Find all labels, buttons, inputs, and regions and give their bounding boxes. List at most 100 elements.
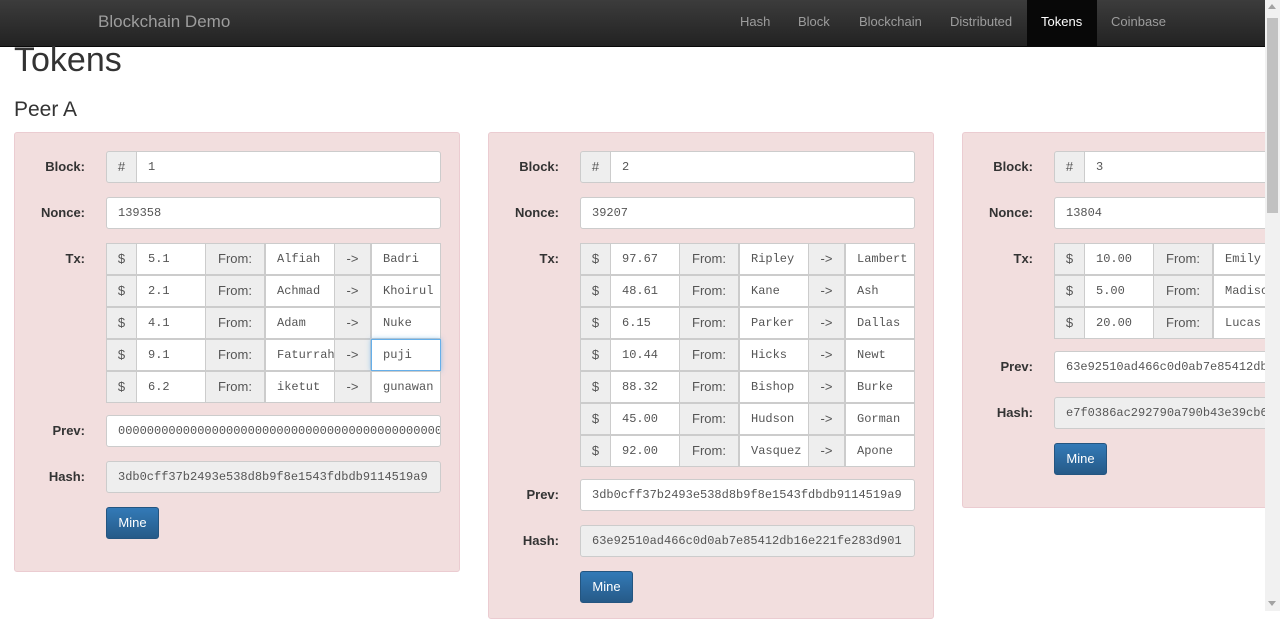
- from-input[interactable]: iketut: [265, 371, 335, 403]
- to-input-focused[interactable]: puji: [371, 339, 441, 371]
- mine-button[interactable]: Mine: [580, 571, 633, 603]
- from-input[interactable]: Ripley: [739, 243, 809, 275]
- block-number-input[interactable]: 2: [610, 151, 915, 183]
- from-input[interactable]: Kane: [739, 275, 809, 307]
- scrollbar-thumb[interactable]: [1267, 18, 1278, 213]
- to-input[interactable]: Lambert: [845, 243, 915, 275]
- page-title: Tokens: [14, 41, 122, 79]
- from-input[interactable]: Bishop: [739, 371, 809, 403]
- from-input[interactable]: Hudson: [739, 403, 809, 435]
- nav-block[interactable]: Block: [798, 14, 830, 29]
- to-input[interactable]: Apone: [845, 435, 915, 467]
- from-addon: From:: [679, 243, 739, 275]
- block-label: Block:: [993, 159, 1033, 174]
- amount-input[interactable]: 88.32: [610, 371, 680, 403]
- from-input[interactable]: Alfiah: [265, 243, 335, 275]
- to-input[interactable]: Newt: [845, 339, 915, 371]
- block-card: Block: # 3 Nonce: 13804 Tx: $ 10.00 From…: [962, 132, 1266, 508]
- prev-label: Prev:: [526, 487, 559, 502]
- prev-input[interactable]: 63e92510ad466c0d0ab7e85412db16e221fe283d…: [1054, 351, 1266, 383]
- from-input[interactable]: Hicks: [739, 339, 809, 371]
- amount-input[interactable]: 97.67: [610, 243, 680, 275]
- dollar-addon: $: [580, 307, 611, 339]
- arrow-addon: ->: [334, 275, 371, 307]
- from-addon: From:: [679, 435, 739, 467]
- dollar-addon: $: [106, 243, 137, 275]
- from-addon: From:: [679, 403, 739, 435]
- arrow-addon: ->: [334, 307, 371, 339]
- prev-input[interactable]: 0000000000000000000000000000000000000000…: [106, 415, 441, 447]
- dollar-addon: $: [580, 243, 611, 275]
- block-number-input[interactable]: 1: [136, 151, 441, 183]
- arrow-addon: ->: [808, 435, 845, 467]
- amount-input[interactable]: 20.00: [1084, 307, 1154, 339]
- nonce-input[interactable]: 13804: [1054, 197, 1266, 229]
- from-input[interactable]: Achmad: [265, 275, 335, 307]
- dollar-addon: $: [1054, 307, 1085, 339]
- from-addon: From:: [1153, 307, 1213, 339]
- from-input[interactable]: Lucas: [1213, 307, 1266, 339]
- block-number-input[interactable]: 3: [1084, 151, 1266, 183]
- nav-blockchain[interactable]: Blockchain: [859, 14, 922, 29]
- amount-input[interactable]: 10.00: [1084, 243, 1154, 275]
- amount-input[interactable]: 4.1: [136, 307, 206, 339]
- hash-input: e7f0386ac292790a790b43e39cb6: [1054, 397, 1266, 429]
- from-addon: From:: [205, 339, 265, 371]
- from-input[interactable]: Vasquez: [739, 435, 809, 467]
- prev-input[interactable]: 3db0cff37b2493e538d8b9f8e1543fdbdb911451…: [580, 479, 915, 511]
- amount-input[interactable]: 9.1: [136, 339, 206, 371]
- dollar-addon: $: [106, 307, 137, 339]
- nonce-label: Nonce:: [40, 205, 85, 220]
- to-input[interactable]: Khoirul: [371, 275, 441, 307]
- nonce-input[interactable]: 39207: [580, 197, 915, 229]
- from-addon: From:: [679, 307, 739, 339]
- dollar-addon: $: [580, 339, 611, 371]
- mine-button[interactable]: Mine: [106, 507, 159, 539]
- hash-label: Hash:: [48, 469, 85, 484]
- block-number-addon: #: [1054, 151, 1085, 183]
- vertical-scrollbar[interactable]: [1265, 0, 1280, 611]
- from-input[interactable]: Adam: [265, 307, 335, 339]
- dollar-addon: $: [106, 339, 137, 371]
- amount-input[interactable]: 48.61: [610, 275, 680, 307]
- amount-input[interactable]: 92.00: [610, 435, 680, 467]
- from-input[interactable]: Parker: [739, 307, 809, 339]
- brand-link[interactable]: Blockchain Demo: [98, 12, 230, 32]
- to-input[interactable]: Burke: [845, 371, 915, 403]
- dollar-addon: $: [1054, 243, 1085, 275]
- hash-input: 3db0cff37b2493e538d8b9f8e1543fdbdb911451…: [106, 461, 441, 493]
- amount-input[interactable]: 45.00: [610, 403, 680, 435]
- hash-input: 63e92510ad466c0d0ab7e85412db16e221fe283d…: [580, 525, 915, 557]
- amount-input[interactable]: 5.00: [1084, 275, 1154, 307]
- from-addon: From:: [205, 275, 265, 307]
- from-addon: From:: [679, 339, 739, 371]
- nav-tokens[interactable]: Tokens: [1027, 0, 1097, 46]
- nav-coinbase[interactable]: Coinbase: [1111, 14, 1166, 29]
- to-input[interactable]: Badri: [371, 243, 441, 275]
- arrow-addon: ->: [808, 243, 845, 275]
- to-input[interactable]: Ash: [845, 275, 915, 307]
- from-addon: From:: [205, 307, 265, 339]
- amount-input[interactable]: 5.1: [136, 243, 206, 275]
- to-input[interactable]: gunawan: [371, 371, 441, 403]
- block-number-addon: #: [580, 151, 611, 183]
- scroll-up-arrow-icon[interactable]: [1268, 4, 1276, 9]
- amount-input[interactable]: 6.15: [610, 307, 680, 339]
- amount-input[interactable]: 6.2: [136, 371, 206, 403]
- from-input[interactable]: Faturrahman: [265, 339, 335, 371]
- amount-input[interactable]: 2.1: [136, 275, 206, 307]
- mine-button[interactable]: Mine: [1054, 443, 1107, 475]
- from-input[interactable]: Madison: [1213, 275, 1266, 307]
- arrow-addon: ->: [808, 339, 845, 371]
- to-input[interactable]: Dallas: [845, 307, 915, 339]
- scroll-down-arrow-icon[interactable]: [1268, 601, 1276, 606]
- to-input[interactable]: Gorman: [845, 403, 915, 435]
- to-input[interactable]: Nuke: [371, 307, 441, 339]
- nav-hash[interactable]: Hash: [740, 14, 770, 29]
- nonce-input[interactable]: 139358: [106, 197, 441, 229]
- amount-input[interactable]: 10.44: [610, 339, 680, 371]
- hash-label: Hash:: [996, 405, 1033, 420]
- dollar-addon: $: [1054, 275, 1085, 307]
- from-input[interactable]: Emily: [1213, 243, 1266, 275]
- nav-distributed[interactable]: Distributed: [950, 14, 1012, 29]
